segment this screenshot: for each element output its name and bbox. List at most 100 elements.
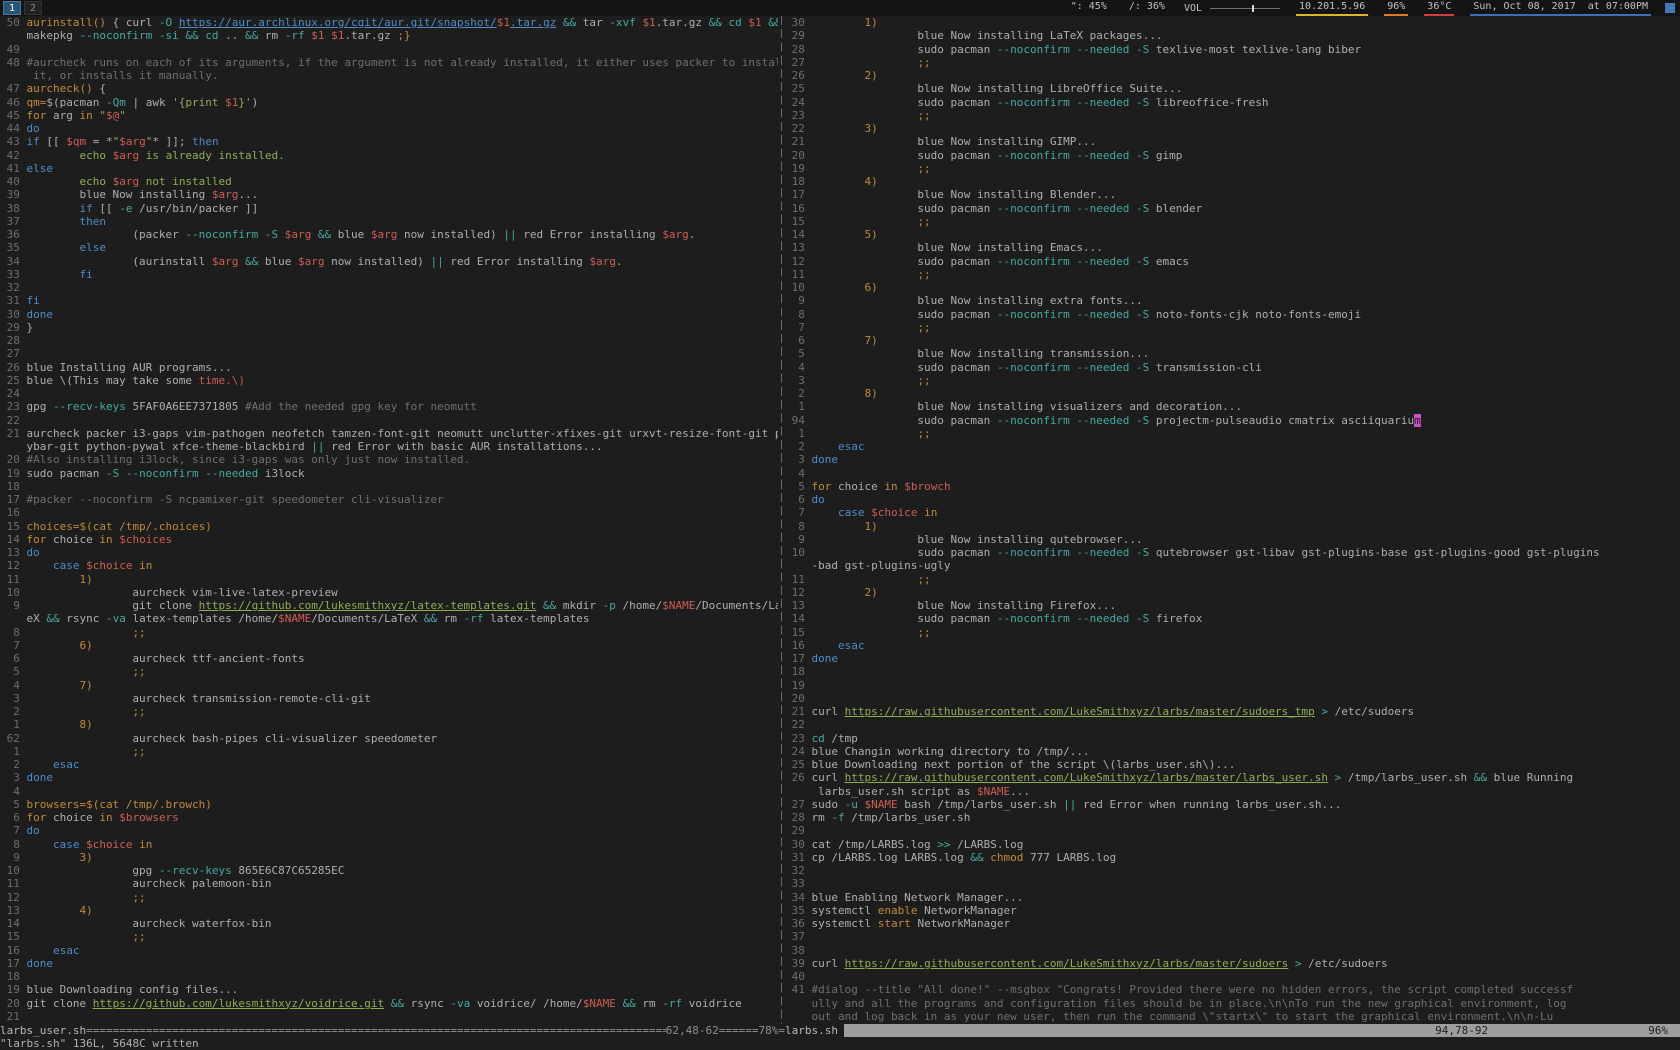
code-line: larbs_user.sh script as $NAME... bbox=[785, 785, 1680, 798]
statusline-bar: 94,78-92 96% bbox=[844, 1024, 1680, 1037]
code-line: 8 sudo pacman --noconfirm --needed -S no… bbox=[785, 308, 1680, 321]
code-token: https://github.com/lukesmithxyz/latex-te… bbox=[199, 599, 537, 612]
code-line: 17 blue Now installing Blender... bbox=[785, 188, 1680, 201]
code-token: --noconfirm --needed -S bbox=[997, 43, 1149, 56]
code-line: 29} bbox=[0, 321, 778, 334]
disk-root-indicator: /: 36% bbox=[1126, 0, 1168, 16]
volume-handle[interactable] bbox=[1252, 5, 1254, 12]
code-token: NetworkManager bbox=[917, 904, 1016, 917]
code-line: 3 aurcheck transmission-remote-cli-git bbox=[0, 692, 778, 705]
code-line: 22 bbox=[785, 718, 1680, 731]
line-number: 34 bbox=[0, 255, 20, 268]
code-line: 17done bbox=[785, 652, 1680, 665]
code-line: 2 esac bbox=[0, 758, 778, 771]
code-token bbox=[26, 202, 79, 215]
code-token: else bbox=[79, 241, 106, 254]
code-token: sudo pacman bbox=[811, 96, 996, 109]
code-token bbox=[26, 665, 132, 678]
code-token: https://raw.githubusercontent.com/LukeSm… bbox=[845, 957, 1289, 970]
code-token: || bbox=[311, 440, 324, 453]
code-line: it, or installs it manually. bbox=[0, 69, 778, 82]
code-token: 5FAF0A6EE7371805 bbox=[126, 400, 245, 413]
code-line: out and log back in as your new user, th… bbox=[785, 1010, 1680, 1023]
line-number: 16 bbox=[0, 506, 20, 519]
code-token: then bbox=[192, 135, 219, 148]
code-token: in bbox=[924, 506, 937, 519]
line-number: 18 bbox=[0, 970, 20, 983]
volume-slider[interactable] bbox=[1210, 8, 1280, 9]
code-token: tar bbox=[576, 16, 609, 29]
line-number: 4 bbox=[0, 679, 20, 692]
line-number: 14 bbox=[0, 917, 20, 930]
code-line: 8 ;; bbox=[0, 626, 778, 639]
line-number: 37 bbox=[0, 215, 20, 228]
code-token: $choice bbox=[86, 838, 132, 851]
code-line: 20 sudo pacman --noconfirm --needed -S g… bbox=[785, 149, 1680, 162]
code-token: 3) bbox=[864, 122, 877, 135]
code-token: /Documents/LaTeX bbox=[311, 612, 424, 625]
code-token bbox=[1328, 771, 1335, 784]
code-token: .. bbox=[219, 29, 246, 42]
code-token: { bbox=[93, 82, 106, 95]
code-line: 21aurcheck packer i3-gaps vim-pathogen n… bbox=[0, 427, 778, 440]
code-token: $browch bbox=[904, 480, 950, 493]
code-line: 19sudo pacman -S --noconfirm --needed i3… bbox=[0, 467, 778, 480]
line-number: 24 bbox=[785, 96, 805, 109]
line-number: 28 bbox=[785, 43, 805, 56]
code-line: 21curl https://raw.githubusercontent.com… bbox=[785, 705, 1680, 718]
line-number: 30 bbox=[0, 308, 20, 321]
workspace-2[interactable]: 2 bbox=[24, 1, 42, 15]
code-token: -f bbox=[831, 811, 844, 824]
code-token: bash /tmp/larbs_user.sh bbox=[898, 798, 1064, 811]
code-token bbox=[26, 559, 53, 572]
code-token: for bbox=[811, 480, 831, 493]
line-number: 20 bbox=[0, 997, 20, 1010]
workspace-1[interactable]: 1 bbox=[3, 1, 21, 15]
code-token: && bbox=[970, 851, 983, 864]
code-token: $NAME bbox=[662, 599, 695, 612]
line-number: 40 bbox=[0, 175, 20, 188]
line-number: 37 bbox=[785, 930, 805, 943]
code-token: ;; bbox=[132, 626, 145, 639]
code-token: $NAME bbox=[864, 798, 897, 811]
code-token: && bbox=[185, 29, 198, 42]
code-line: 40 echo $arg not installed bbox=[0, 175, 778, 188]
code-token bbox=[26, 745, 132, 758]
code-line: eX && rsync -va latex-templates /home/$N… bbox=[0, 612, 778, 625]
code-line: 1 blue Now installing visualizers and de… bbox=[785, 400, 1680, 413]
code-token: $arg bbox=[285, 228, 312, 241]
code-token bbox=[811, 427, 917, 440]
code-token: in bbox=[139, 838, 152, 851]
code-token: blue Now installing bbox=[26, 188, 211, 201]
code-token: aurcheck transmission-remote-cli-git bbox=[26, 692, 370, 705]
editor-pane-right[interactable]: 30 1)29 blue Now installing LaTeX packag… bbox=[785, 16, 1680, 1024]
line-number: 48 bbox=[0, 56, 20, 69]
code-line: 40 bbox=[785, 970, 1680, 983]
code-line: 13 4) bbox=[0, 904, 778, 917]
statusline-ruler-right: 94,78-92 bbox=[1435, 1024, 1488, 1037]
editor-pane-left[interactable]: 50aurinstall() { curl -O https://aur.arc… bbox=[0, 16, 778, 1024]
code-line: 15 ;; bbox=[785, 626, 1680, 639]
line-number: 35 bbox=[0, 241, 20, 254]
code-token: else bbox=[26, 162, 53, 175]
line-number: 20 bbox=[0, 453, 20, 466]
tray-icon[interactable] bbox=[1665, 3, 1675, 13]
code-token: [[ bbox=[40, 135, 67, 148]
statusline-inactive: larbs_user.sh ==========================… bbox=[0, 1024, 785, 1037]
code-token: sudo pacman bbox=[811, 202, 996, 215]
code-line: 19blue Downloading config files... bbox=[0, 983, 778, 996]
window-separator[interactable] bbox=[778, 16, 785, 1024]
code-token: systemctl bbox=[811, 917, 877, 930]
line-number: 2 bbox=[785, 440, 805, 453]
code-line: 43if [[ $qm = *"$arg"* ]]; then bbox=[0, 135, 778, 148]
code-token: 2) bbox=[864, 586, 877, 599]
line-number: 2 bbox=[0, 758, 20, 771]
code-token bbox=[26, 705, 132, 718]
code-token: not installed bbox=[139, 175, 232, 188]
line-number: 15 bbox=[785, 215, 805, 228]
code-line: 50aurinstall() { curl -O https://aur.arc… bbox=[0, 16, 778, 29]
volume-module: VOL bbox=[1184, 3, 1280, 14]
code-line: 8 1) bbox=[785, 520, 1680, 533]
code-token: '{print bbox=[172, 96, 225, 109]
code-token: ;; bbox=[917, 321, 930, 334]
